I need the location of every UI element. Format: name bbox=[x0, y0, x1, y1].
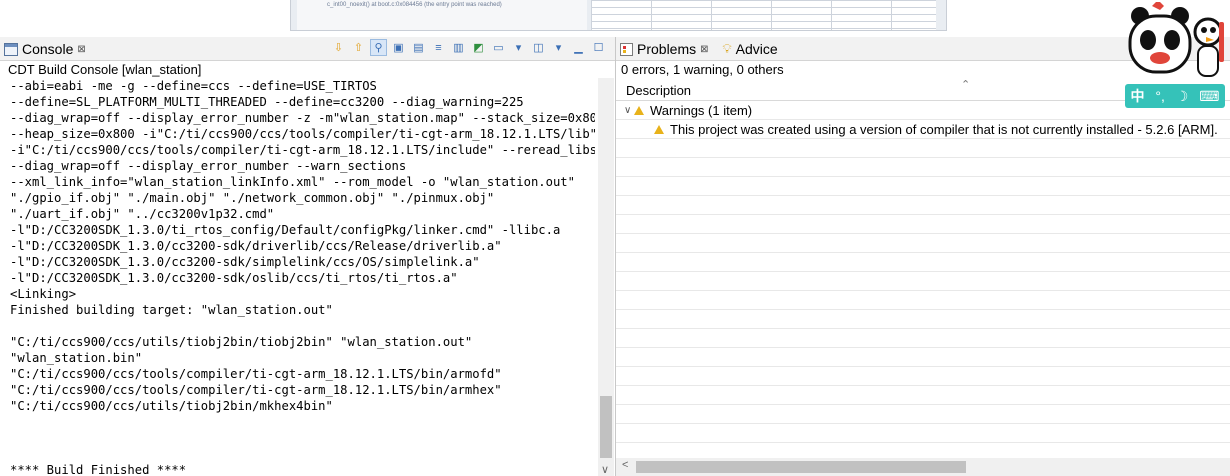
console-subtitle: CDT Build Console [wlan_station] bbox=[8, 62, 202, 77]
scroll-down-icon[interactable]: ⇩ bbox=[330, 39, 347, 56]
clear-console-icon[interactable]: ▤ bbox=[410, 39, 427, 56]
console-line: "C:/ti/ccs900/ccs/tools/compiler/ti-cgt-… bbox=[10, 383, 502, 397]
console-line: --diag_wrap=off --display_error_number -… bbox=[10, 159, 407, 173]
console-line: **** Build Finished **** bbox=[10, 463, 187, 476]
warning-icon bbox=[654, 125, 664, 134]
console-tab-label: Console bbox=[22, 41, 74, 57]
scrollbar-thumb[interactable] bbox=[600, 396, 612, 458]
scrollbar-thumb[interactable] bbox=[636, 461, 966, 473]
console-line: --xml_link_info="wlan_station_linkInfo.x… bbox=[10, 175, 575, 189]
console-icon bbox=[4, 42, 18, 56]
console-header: Console ⊠ ⇩ ⇧ ⚲ ▣ ▤ ≡ ▥ ◩ ▭ ▾ ◫ ▾ ▁ ☐ bbox=[0, 37, 615, 61]
console-line: Finished building target: "wlan_station.… bbox=[10, 303, 333, 317]
console-line: --diag_wrap=off --display_error_number -… bbox=[10, 111, 595, 125]
scroll-lock-icon[interactable]: ⚲ bbox=[370, 39, 387, 56]
chevron-down-icon[interactable]: ∨ bbox=[624, 105, 634, 116]
console-vertical-scrollbar[interactable]: ∨ bbox=[598, 78, 614, 476]
pin-console-icon[interactable]: ▥ bbox=[450, 39, 467, 56]
editor-snapshot: c_int00_noexit() at boot.c:0x084456 (the… bbox=[290, 0, 947, 31]
open-console-icon[interactable]: ◫ bbox=[530, 39, 547, 56]
console-line: "wlan_station.bin" bbox=[10, 351, 143, 365]
close-icon[interactable]: ⊠ bbox=[700, 44, 708, 55]
console-line: -l"D:/CC3200SDK_1.3.0/cc3200-sdk/oslib/c… bbox=[10, 271, 458, 285]
console-line: --define=SL_PLATFORM_MULTI_THREADED --de… bbox=[10, 95, 524, 109]
keyboard-icon[interactable]: ⌨ bbox=[1199, 88, 1219, 105]
console-line: --abi=eabi -me -g --define=ccs --define=… bbox=[10, 79, 377, 93]
display-console-icon[interactable]: ◩ bbox=[470, 39, 487, 56]
snapshot-text-area: c_int00_noexit() at boot.c:0x084456 (the… bbox=[297, 0, 587, 30]
display-selected-console-icon[interactable]: ▭ bbox=[490, 39, 507, 56]
warning-text: This project was created using a version… bbox=[670, 122, 1218, 137]
panda-mascot-icon bbox=[1128, 2, 1224, 77]
problems-summary: 0 errors, 1 warning, 0 others bbox=[621, 62, 784, 77]
warning-row[interactable]: This project was created using a version… bbox=[616, 120, 1230, 139]
open-console-dropdown-icon[interactable]: ▾ bbox=[550, 39, 567, 56]
ime-toolbar[interactable]: 中 °, ☽ ⌨ bbox=[1125, 84, 1225, 108]
console-view: Console ⊠ ⇩ ⇧ ⚲ ▣ ▤ ≡ ▥ ◩ ▭ ▾ ◫ ▾ ▁ ☐ CD… bbox=[0, 37, 616, 476]
maximize-icon[interactable]: ☐ bbox=[590, 39, 607, 56]
input-method-widget[interactable]: 中 °, ☽ ⌨ bbox=[1122, 2, 1228, 110]
problems-tab-label: Problems bbox=[637, 41, 697, 57]
snapshot-table bbox=[591, 0, 936, 30]
console-line: -l"D:/CC3200SDK_1.3.0/cc3200-sdk/simplel… bbox=[10, 255, 480, 269]
problems-icon bbox=[620, 42, 633, 56]
scroll-down-arrow-icon[interactable]: ∨ bbox=[601, 463, 609, 476]
advice-tab-label: Advice bbox=[735, 41, 778, 57]
scroll-up-icon[interactable]: ⇧ bbox=[350, 39, 367, 56]
problems-horizontal-scrollbar[interactable]: < bbox=[616, 458, 1230, 476]
editor-snapshot-strip: c_int00_noexit() at boot.c:0x084456 (the… bbox=[0, 0, 1230, 36]
copy-icon[interactable]: ▣ bbox=[390, 39, 407, 56]
console-line: -i"C:/ti/ccs900/ccs/tools/compiler/ti-cg… bbox=[10, 143, 595, 157]
console-line: "./gpio_if.obj" "./main.obj" "./network_… bbox=[10, 191, 495, 205]
warning-icon bbox=[634, 106, 644, 115]
sort-ascending-icon[interactable]: ⌃ bbox=[961, 78, 970, 91]
tab-advice[interactable]: 💡︎ Advice bbox=[723, 41, 778, 57]
scroll-left-arrow-icon[interactable]: < bbox=[622, 459, 628, 471]
lightbulb-icon: 💡︎ bbox=[722, 41, 732, 56]
console-line: "C:/ti/ccs900/ccs/utils/tiobj2bin/mkhex4… bbox=[10, 399, 333, 413]
close-icon[interactable]: ⊠ bbox=[77, 44, 85, 55]
snapshot-text: c_int00_noexit() at boot.c:0x084456 (the… bbox=[327, 2, 502, 8]
console-line: -l"D:/CC3200SDK_1.3.0/ti_rtos_config/Def… bbox=[10, 223, 561, 237]
column-description[interactable]: Description bbox=[626, 83, 691, 98]
word-wrap-icon[interactable]: ≡ bbox=[430, 39, 447, 56]
console-line: "./uart_if.obj" "../cc3200v1p32.cmd" bbox=[10, 207, 275, 221]
console-line: "C:/ti/ccs900/ccs/tools/compiler/ti-cgt-… bbox=[10, 367, 502, 381]
console-line: "C:/ti/ccs900/ccs/utils/tiobj2bin/tiobj2… bbox=[10, 335, 473, 349]
display-dropdown-icon[interactable]: ▾ bbox=[510, 39, 527, 56]
problems-rows: ∨ Warnings (1 item) This project was cre… bbox=[616, 101, 1230, 458]
console-line: <Linking> bbox=[10, 287, 77, 301]
console-toolbar: ⇩ ⇧ ⚲ ▣ ▤ ≡ ▥ ◩ ▭ ▾ ◫ ▾ ▁ ☐ bbox=[330, 39, 607, 56]
moon-icon[interactable]: ☽ bbox=[1176, 88, 1189, 105]
problems-tabs: Problems ⊠ 💡︎ Advice bbox=[620, 39, 778, 59]
tab-console[interactable]: Console ⊠ bbox=[4, 39, 86, 59]
warnings-group-label: Warnings (1 item) bbox=[650, 103, 753, 118]
minimize-icon[interactable]: ▁ bbox=[570, 39, 587, 56]
ime-mode-toggle[interactable]: 中 bbox=[1130, 86, 1144, 106]
console-line: -l"D:/CC3200SDK_1.3.0/cc3200-sdk/driverl… bbox=[10, 239, 502, 253]
console-output[interactable]: --abi=eabi -me -g --define=ccs --define=… bbox=[10, 78, 595, 476]
tab-problems[interactable]: Problems ⊠ bbox=[620, 41, 709, 57]
ime-punctuation-toggle[interactable]: °, bbox=[1155, 88, 1165, 104]
problems-table: Description ⌃ ∨ Warnings (1 item) This p… bbox=[616, 78, 1230, 476]
console-line: --heap_size=0x800 -i"C:/ti/ccs900/ccs/to… bbox=[10, 127, 595, 141]
